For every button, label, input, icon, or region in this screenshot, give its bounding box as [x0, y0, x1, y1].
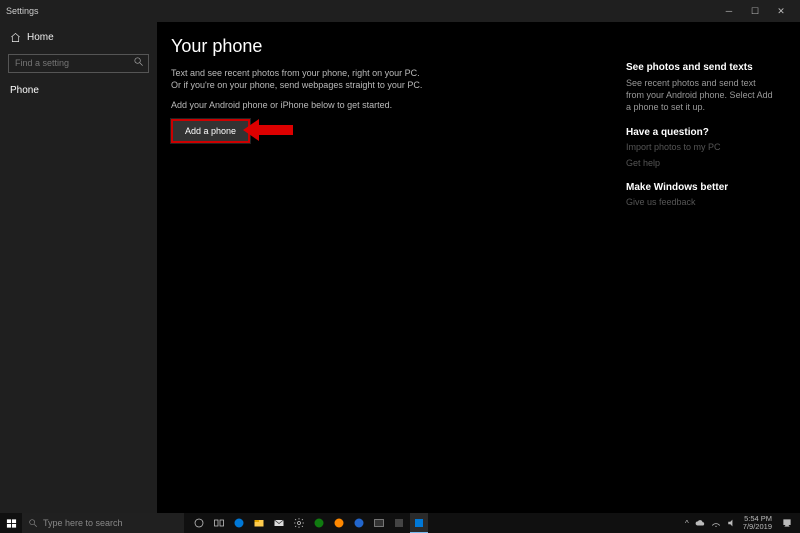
window-titlebar: Settings ─ ☐ ✕ — [0, 0, 800, 22]
link-feedback[interactable]: Give us feedback — [626, 197, 776, 207]
taskbar: Type here to search ^ 5:54 PM 7/9/2019 — [0, 513, 800, 533]
search-icon — [133, 56, 144, 67]
link-import-photos[interactable]: Import photos to my PC — [626, 142, 776, 152]
right-section2-title: Have a question? — [626, 127, 776, 138]
window-title: Settings — [6, 6, 39, 16]
taskbar-clock[interactable]: 5:54 PM 7/9/2019 — [743, 515, 772, 531]
maximize-button[interactable]: ☐ — [742, 6, 768, 17]
link-get-help[interactable]: Get help — [626, 158, 776, 168]
page-desc-1: Text and see recent photos from your pho… — [171, 67, 431, 91]
tray-chevron-icon[interactable]: ^ — [685, 519, 689, 528]
add-phone-button[interactable]: Add a phone — [171, 119, 250, 143]
browser2-icon[interactable] — [350, 513, 368, 533]
right-section1-title: See photos and send texts — [626, 62, 776, 73]
right-pane: See photos and send texts See recent pho… — [626, 36, 776, 513]
clock-date: 7/9/2019 — [743, 523, 772, 531]
right-section1-body: See recent photos and send text from you… — [626, 77, 776, 113]
task-view-icon[interactable] — [210, 513, 228, 533]
highlight-arrow-icon — [243, 119, 293, 141]
page-desc-2: Add your Android phone or iPhone below t… — [171, 99, 431, 111]
home-nav[interactable]: Home — [0, 28, 157, 47]
terminal-icon[interactable] — [370, 513, 388, 533]
home-label: Home — [27, 32, 54, 43]
tray-cloud-icon[interactable] — [695, 518, 705, 528]
edge-icon[interactable] — [230, 513, 248, 533]
close-button[interactable]: ✕ — [768, 6, 794, 17]
cortana-icon[interactable] — [190, 513, 208, 533]
main-content: Your phone Text and see recent photos fr… — [171, 36, 626, 513]
action-center-icon[interactable] — [778, 518, 796, 528]
page-title: Your phone — [171, 36, 626, 57]
mail-icon[interactable] — [270, 513, 288, 533]
settings-sidebar: Home Phone — [0, 22, 157, 513]
tray-volume-icon[interactable] — [727, 518, 737, 528]
browser1-icon[interactable] — [330, 513, 348, 533]
explorer-icon[interactable] — [250, 513, 268, 533]
right-section3-title: Make Windows better — [626, 182, 776, 193]
app-icon[interactable] — [390, 513, 408, 533]
taskbar-search-placeholder: Type here to search — [43, 518, 123, 528]
taskbar-search[interactable]: Type here to search — [22, 513, 184, 533]
minimize-button[interactable]: ─ — [716, 6, 742, 16]
tray-network-icon[interactable] — [711, 518, 721, 528]
settings-running-icon[interactable] — [410, 513, 428, 533]
search-icon — [28, 518, 38, 528]
start-button[interactable] — [0, 518, 22, 529]
xbox-icon[interactable] — [310, 513, 328, 533]
home-icon — [10, 32, 21, 43]
settings-task-icon[interactable] — [290, 513, 308, 533]
sidebar-item-phone[interactable]: Phone — [0, 79, 157, 102]
windows-icon — [6, 518, 17, 529]
find-setting-input[interactable] — [8, 54, 149, 73]
